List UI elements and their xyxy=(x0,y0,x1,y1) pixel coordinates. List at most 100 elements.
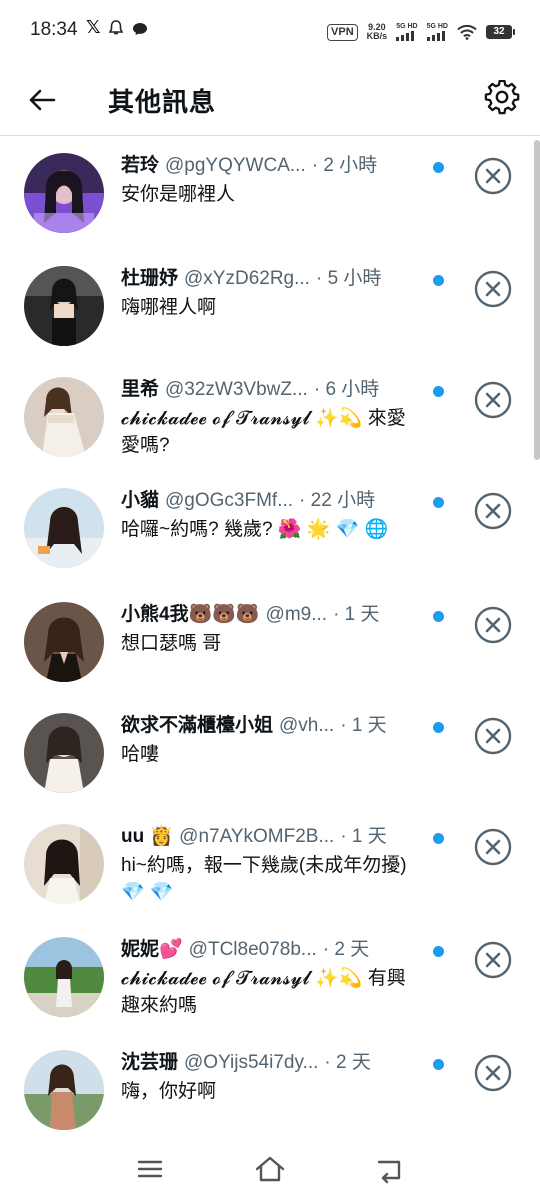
unread-dot xyxy=(433,1059,444,1070)
sender-handle: @32zW3VbwZ... xyxy=(165,379,308,400)
message-preview: 安你是哪裡人 xyxy=(121,184,236,205)
status-time: 18:34 xyxy=(30,19,78,40)
message-list: 若玲 @pgYQYWCA... · 2 小時 安你是哪裡人 杜珊妤 @xYzD6… xyxy=(0,137,540,1145)
avatar[interactable] xyxy=(24,153,104,233)
sender-handle: @n7AYkOMF2B... xyxy=(179,826,335,847)
sender-handle: @vh... xyxy=(279,715,335,736)
sender-name: 若玲 xyxy=(121,155,160,176)
sender-name: 里希 xyxy=(121,379,160,400)
message-preview: 𝓬𝓱𝓲𝓬𝓴𝓪𝓭𝓮𝓮 𝓸𝓯 𝓣𝓻𝓪𝓷𝓼𝔂𝓵 ✨💫 來愛愛嗎? xyxy=(121,408,406,456)
menu-icon[interactable] xyxy=(133,1154,167,1184)
scrollbar[interactable] xyxy=(534,140,540,460)
message-content: 小熊4我🐻🐻🐻 @m9... · 1 天 想口瑟嗎 哥 xyxy=(121,600,421,657)
message-row[interactable]: 若玲 @pgYQYWCA... · 2 小時 安你是哪裡人 xyxy=(0,137,540,250)
avatar[interactable] xyxy=(24,1050,104,1130)
message-content: 妮妮💕 @TCl8e078b... · 2 天 𝓬𝓱𝓲𝓬𝓴𝓪𝓭𝓮𝓮 𝓸𝓯 𝓣𝓻𝓪… xyxy=(121,935,421,1019)
close-circle-icon[interactable] xyxy=(473,605,513,645)
message-row[interactable]: uu 👸 @n7AYkOMF2B... · 1 天 hi~約嗎，報一下幾歲(未成… xyxy=(0,808,540,921)
message-time: · 1 天 xyxy=(340,715,387,736)
message-time: · 5 小時 xyxy=(315,268,382,289)
close-circle-icon[interactable] xyxy=(473,716,513,756)
sender-name: 小貓 xyxy=(121,490,160,511)
net-speed-unit: KB/s xyxy=(366,31,388,41)
message-preview: 哈嘍 xyxy=(121,744,160,765)
unread-dot xyxy=(433,497,444,508)
unread-dot xyxy=(433,162,444,173)
sender-handle: @xYzD62Rg... xyxy=(184,268,310,289)
avatar[interactable] xyxy=(24,937,104,1017)
avatar[interactable] xyxy=(24,377,104,457)
home-icon[interactable] xyxy=(253,1154,287,1184)
avatar[interactable] xyxy=(24,713,104,793)
unread-dot xyxy=(433,275,444,286)
battery-icon: 32 xyxy=(486,25,515,39)
message-content: 若玲 @pgYQYWCA... · 2 小時 安你是哪裡人 xyxy=(121,151,421,208)
message-time: · 2 天 xyxy=(322,939,370,960)
sender-name: uu 👸 xyxy=(121,826,174,847)
unread-dot xyxy=(433,611,444,622)
sender-name: 妮妮💕 xyxy=(121,939,183,960)
message-row[interactable]: 妮妮💕 @TCl8e078b... · 2 天 𝓬𝓱𝓲𝓬𝓴𝓪𝓭𝓮𝓮 𝓸𝓯 𝓣𝓻𝓪… xyxy=(0,921,540,1034)
message-row[interactable]: 里希 @32zW3VbwZ... · 6 小時 𝓬𝓱𝓲𝓬𝓴𝓪𝓭𝓮𝓮 𝓸𝓯 𝓣𝓻𝓪… xyxy=(0,361,540,472)
message-content: 杜珊妤 @xYzD62Rg... · 5 小時 嗨哪裡人啊 xyxy=(121,264,421,321)
wifi-icon xyxy=(457,24,477,40)
close-circle-icon[interactable] xyxy=(473,269,513,309)
close-circle-icon[interactable] xyxy=(473,156,513,196)
page-title: 其他訊息 xyxy=(108,87,217,117)
signal-icon-2: 5G HD xyxy=(426,23,448,41)
sender-handle: @gOGc3FMf... xyxy=(165,490,294,511)
app-header: 其他訊息 xyxy=(0,64,540,136)
message-content: 里希 @32zW3VbwZ... · 6 小時 𝓬𝓱𝓲𝓬𝓴𝓪𝓭𝓮𝓮 𝓸𝓯 𝓣𝓻𝓪… xyxy=(121,375,421,459)
signal-label-1: 5G HD xyxy=(396,23,418,30)
close-circle-icon[interactable] xyxy=(473,1053,513,1093)
signal-icon-1: 5G HD xyxy=(396,23,418,41)
message-preview: 𝓬𝓱𝓲𝓬𝓴𝓪𝓭𝓮𝓮 𝓸𝓯 𝓣𝓻𝓪𝓷𝓼𝔂𝓵 ✨💫 有興趣來約嗎 xyxy=(121,968,406,1016)
message-row[interactable]: 小熊4我🐻🐻🐻 @m9... · 1 天 想口瑟嗎 哥 xyxy=(0,586,540,697)
message-content: 欲求不滿櫃檯小姐 @vh... · 1 天 哈嘍 xyxy=(121,711,421,768)
avatar[interactable] xyxy=(24,266,104,346)
message-row[interactable]: 杜珊妤 @xYzD62Rg... · 5 小時 嗨哪裡人啊 xyxy=(0,250,540,361)
avatar[interactable] xyxy=(24,824,104,904)
back-icon[interactable] xyxy=(373,1154,407,1184)
message-time: · 1 天 xyxy=(333,604,380,625)
vpn-badge: VPN xyxy=(327,23,358,41)
arrow-left-icon[interactable] xyxy=(24,82,60,118)
sender-name: 沈芸珊 xyxy=(121,1052,179,1073)
message-time: · 2 天 xyxy=(324,1052,371,1073)
chat-bubble-icon xyxy=(133,23,147,35)
net-speed: 9.20 KB/s xyxy=(367,23,388,41)
close-circle-icon[interactable] xyxy=(473,827,513,867)
message-row[interactable]: 沈芸珊 @OYijs54i7dy... · 2 天 嗨，你好啊 xyxy=(0,1034,540,1145)
unread-dot xyxy=(433,386,444,397)
message-time: · 2 小時 xyxy=(311,155,378,176)
message-preview: 想口瑟嗎 哥 xyxy=(121,633,222,654)
message-preview: 嗨哪裡人啊 xyxy=(121,297,217,318)
sender-handle: @OYijs54i7dy... xyxy=(184,1052,319,1073)
signal-label-2: 5G HD xyxy=(426,23,448,30)
message-row[interactable]: 欲求不滿櫃檯小姐 @vh... · 1 天 哈嘍 xyxy=(0,697,540,808)
message-time: · 1 天 xyxy=(340,826,387,847)
message-time: · 22 小時 xyxy=(299,490,376,511)
close-circle-icon[interactable] xyxy=(473,380,513,420)
message-content: 沈芸珊 @OYijs54i7dy... · 2 天 嗨，你好啊 xyxy=(121,1048,421,1105)
message-preview: 嗨，你好啊 xyxy=(121,1081,217,1102)
message-preview: hi~約嗎，報一下幾歲(未成年勿擾) 💎 💎 xyxy=(121,855,407,903)
sender-name: 杜珊妤 xyxy=(121,268,179,289)
message-content: uu 👸 @n7AYkOMF2B... · 1 天 hi~約嗎，報一下幾歲(未成… xyxy=(121,822,421,906)
close-circle-icon[interactable] xyxy=(473,940,513,980)
unread-dot xyxy=(433,833,444,844)
sender-handle: @m9... xyxy=(265,604,328,625)
avatar[interactable] xyxy=(24,602,104,682)
status-right-group: VPN 9.20 KB/s 5G HD 5G HD 32 xyxy=(327,20,515,44)
unread-dot xyxy=(433,722,444,733)
sender-name: 小熊4我🐻🐻🐻 xyxy=(121,604,260,625)
message-time: · 6 小時 xyxy=(313,379,380,400)
close-circle-icon[interactable] xyxy=(473,491,513,531)
battery-level: 32 xyxy=(493,26,505,37)
unread-dot xyxy=(433,946,444,957)
message-row[interactable]: 小貓 @gOGc3FMf... · 22 小時 哈囉~約嗎? 幾歲? 🌺 🌟 💎… xyxy=(0,472,540,586)
gear-icon[interactable] xyxy=(484,80,520,116)
sender-handle: @pgYQYWCA... xyxy=(165,155,306,176)
qq-icon xyxy=(109,20,123,35)
avatar[interactable] xyxy=(24,488,104,568)
